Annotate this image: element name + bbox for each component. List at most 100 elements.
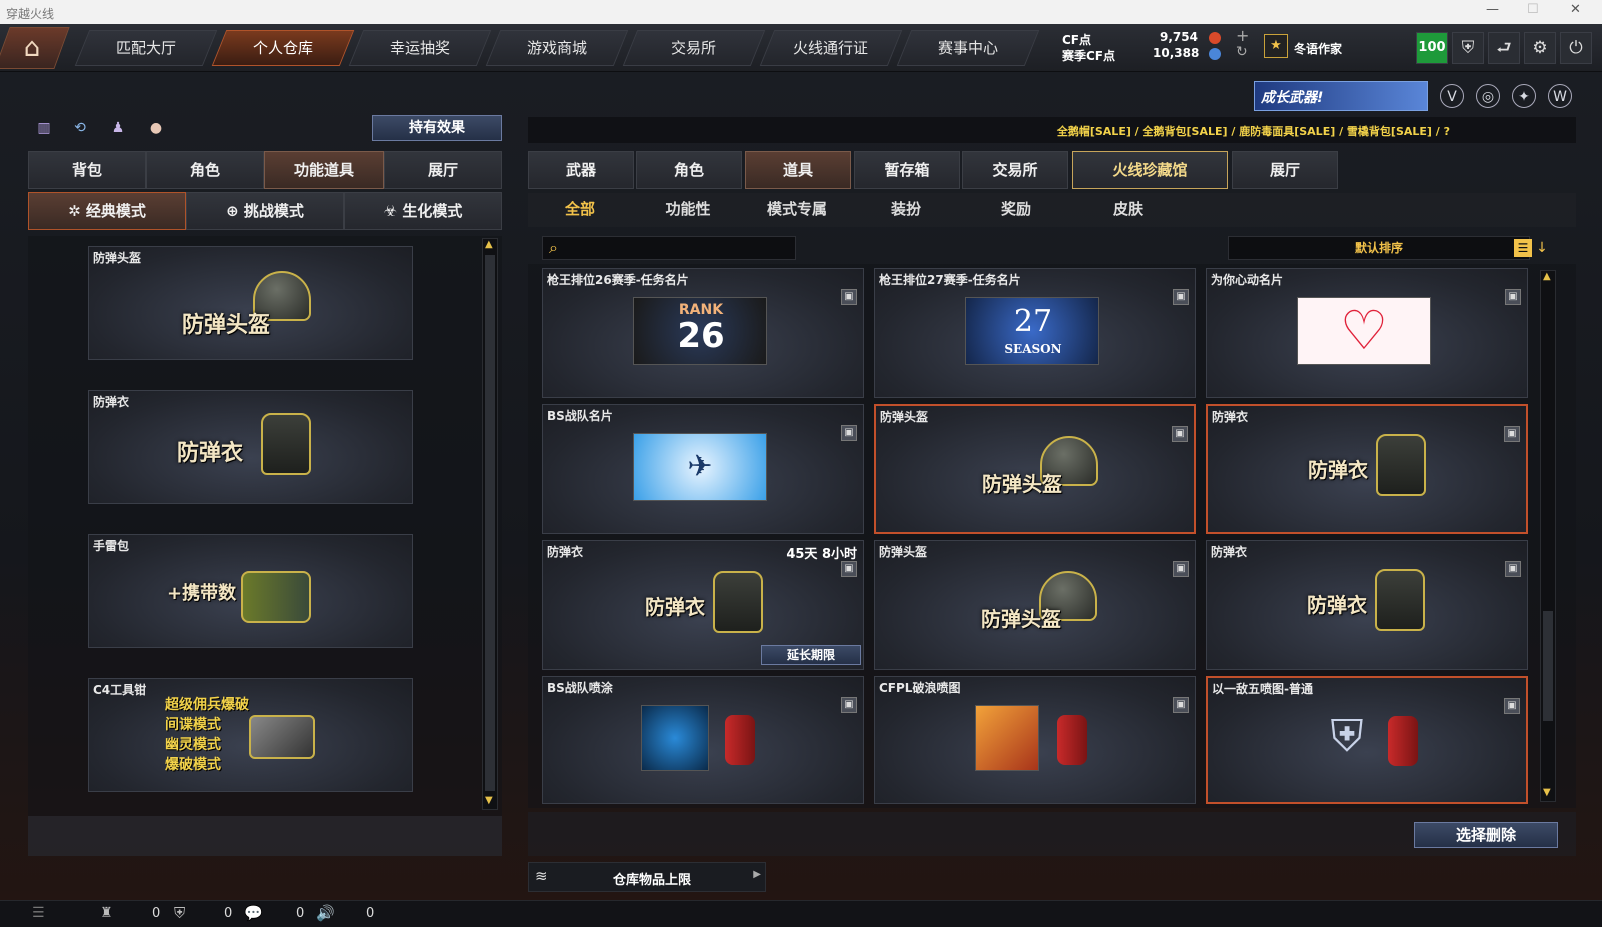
team-icon[interactable]: ♜ — [100, 905, 113, 921]
mode-challenge[interactable]: ⊕ 挑战模式 — [186, 192, 344, 230]
nav-tab-exchange[interactable]: 交易所 — [622, 30, 766, 66]
close-icon[interactable]: ✕ — [1570, 2, 1581, 17]
settings-gear-icon[interactable]: ⚙ — [1524, 32, 1556, 64]
grenade-icon[interactable]: ● — [144, 116, 168, 140]
return-icon[interactable]: ⮐ — [1488, 32, 1520, 64]
left-tab-function-items[interactable]: 功能道具 — [264, 151, 384, 189]
left-item-vest[interactable]: 防弹衣 防弹衣 — [88, 390, 413, 504]
scroll-up-icon[interactable]: ▲ — [485, 239, 493, 250]
right-scroll-thumb[interactable] — [1543, 611, 1553, 721]
badge-v-icon[interactable]: V — [1440, 84, 1464, 108]
subtab-mode-exclusive[interactable]: 模式专属 — [745, 193, 849, 225]
trash-icon[interactable]: ▣ — [1504, 698, 1520, 714]
sale-ticker[interactable]: 全鹅帽[SALE] / 全鹅背包[SALE] / 鹿防毒面具[SALE] / 雪… — [1057, 123, 1450, 139]
nav-tab-lottery[interactable]: 幸运抽奖 — [348, 30, 492, 66]
volume-icon[interactable]: 🔊 — [316, 904, 335, 922]
player-icon[interactable]: ♟ — [106, 116, 130, 140]
subtab-dress[interactable]: 装扮 — [854, 193, 958, 225]
item-card[interactable]: 枪王排位26赛季-任务名片 ▣ RANK 26 — [542, 268, 864, 398]
trash-icon[interactable]: ▣ — [1504, 426, 1520, 442]
item-card[interactable]: 为你心动名片 ▣ ♡ — [1206, 268, 1528, 398]
right-tab-weapons[interactable]: 武器 — [528, 151, 634, 189]
list-view-icon[interactable]: ☰ — [1514, 239, 1532, 257]
extend-expiry-button[interactable]: 延长期限 — [761, 645, 861, 665]
refresh-icon[interactable]: ↻ — [1236, 44, 1248, 60]
trash-icon[interactable]: ▣ — [1173, 289, 1189, 305]
nav-tab-shop[interactable]: 游戏商城 — [485, 30, 629, 66]
trash-icon[interactable]: ▣ — [1173, 561, 1189, 577]
left-tab-hall[interactable]: 展厅 — [384, 151, 502, 189]
right-tab-role[interactable]: 角色 — [636, 151, 742, 189]
right-scrollbar[interactable]: ▲ ▼ — [1540, 270, 1556, 802]
item-card[interactable]: BS战队名片 ▣ ✈ — [542, 404, 864, 534]
left-item-helmet[interactable]: 防弹头盔 防弹头盔 — [88, 246, 413, 360]
item-card[interactable]: 防弹衣 ▣ 防弹衣 — [1206, 540, 1528, 670]
item-card[interactable]: 枪王排位27赛季-任务名片 ▣ 27 SEASON — [874, 268, 1196, 398]
select-delete-button[interactable]: 选择删除 — [1414, 822, 1558, 848]
power-icon[interactable]: ⏻ — [1560, 32, 1592, 64]
capacity-bar[interactable]: ≋ 仓库物品上限 ▶ — [528, 862, 766, 892]
spray-can-icon — [1057, 715, 1087, 765]
trash-icon[interactable]: ▣ — [1505, 561, 1521, 577]
item-card[interactable]: 防弹衣 ▣ 防弹衣 — [1206, 404, 1528, 534]
badge-globe-icon[interactable]: ◎ — [1476, 84, 1500, 108]
minimize-icon[interactable]: — — [1486, 2, 1499, 17]
badge-w-icon[interactable]: W — [1548, 84, 1572, 108]
right-tab-items[interactable]: 道具 — [745, 151, 851, 189]
left-scroll-thumb[interactable] — [485, 255, 495, 791]
classic-mode-icon: ✲ — [68, 202, 86, 220]
trash-icon[interactable]: ▣ — [841, 289, 857, 305]
subtab-skins[interactable]: 皮肤 — [1076, 193, 1180, 225]
subtab-all[interactable]: 全部 — [528, 193, 632, 225]
shield-icon[interactable]: ⛨ — [1452, 32, 1484, 64]
left-tab-role[interactable]: 角色 — [146, 151, 264, 189]
item-card[interactable]: 防弹头盔 ▣ 防弹头盔 — [874, 540, 1196, 670]
menu-list-icon[interactable]: ☰ — [32, 905, 45, 921]
stats-icon[interactable]: ▥ — [32, 116, 56, 140]
subtab-rewards[interactable]: 奖励 — [964, 193, 1068, 225]
item-card[interactable]: 防弹衣 45天 8小时 ▣ 防弹衣 延长期限 — [542, 540, 864, 670]
home-button[interactable]: ⌂ — [0, 27, 70, 69]
scroll-down-icon[interactable]: ▼ — [485, 795, 493, 806]
season-27-card-image: 27 SEASON — [965, 297, 1099, 365]
trash-icon[interactable]: ▣ — [1173, 697, 1189, 713]
growth-weapon-banner[interactable]: 成长武器! — [1254, 81, 1428, 111]
right-tab-exchange[interactable]: 交易所 — [962, 151, 1068, 189]
sort-direction-icon[interactable]: ↓ — [1534, 239, 1550, 257]
chat-icon[interactable]: 💬 — [244, 904, 263, 922]
mode-biochem[interactable]: ☣ 生化模式 — [344, 192, 502, 230]
mode-classic[interactable]: ✲ 经典模式 — [28, 192, 186, 230]
trash-icon[interactable]: ▣ — [841, 425, 857, 441]
right-tab-hall[interactable]: 展厅 — [1232, 151, 1338, 189]
trash-icon[interactable]: ▣ — [841, 697, 857, 713]
item-card[interactable]: 防弹头盔 ▣ 防弹头盔 — [874, 404, 1196, 534]
subtab-functional[interactable]: 功能性 — [636, 193, 740, 225]
trash-icon[interactable]: ▣ — [1505, 289, 1521, 305]
nav-tab-warehouse[interactable]: 个人仓库 — [211, 30, 355, 66]
item-card[interactable]: 以一敌五喷图-普通 ▣ ⛨ — [1206, 676, 1528, 804]
effects-button[interactable]: 持有效果 — [372, 115, 502, 141]
left-item-c4-pliers[interactable]: C4工具钳 超级佣兵爆破 间谍模式 幽灵模式 爆破模式 — [88, 678, 413, 792]
left-footer — [28, 816, 502, 856]
item-card[interactable]: CFPL破浪喷图 ▣ — [874, 676, 1196, 804]
nav-tab-pass[interactable]: 火线通行证 — [759, 30, 903, 66]
sort-dropdown[interactable]: 默认排序 — [1228, 236, 1530, 260]
left-tab-bag[interactable]: 背包 — [28, 151, 146, 189]
right-tab-storage[interactable]: 暂存箱 — [854, 151, 960, 189]
shield-status-icon[interactable]: ⛨ — [174, 904, 185, 922]
scroll-up-icon[interactable]: ▲ — [1543, 271, 1551, 282]
add-icon[interactable]: + — [1236, 26, 1249, 45]
item-card[interactable]: BS战队喷涂 ▣ — [542, 676, 864, 804]
maximize-icon[interactable]: ☐ — [1527, 2, 1539, 17]
left-item-grenade-pack[interactable]: 手雷包 +携带数 — [88, 534, 413, 648]
rotate-icon[interactable]: ⟲ — [68, 116, 92, 140]
badge-gear-icon[interactable]: ✦ — [1512, 84, 1536, 108]
left-scrollbar[interactable]: ▲ ▼ — [482, 238, 498, 810]
nav-tab-lobby[interactable]: 匹配大厅 — [74, 30, 218, 66]
right-tab-collection[interactable]: 火线珍藏馆 — [1072, 151, 1228, 189]
search-input[interactable]: ⌕ — [542, 236, 796, 260]
scroll-down-icon[interactable]: ▼ — [1543, 787, 1551, 798]
trash-icon[interactable]: ▣ — [841, 561, 857, 577]
trash-icon[interactable]: ▣ — [1172, 426, 1188, 442]
nav-tab-events[interactable]: 赛事中心 — [896, 30, 1040, 66]
